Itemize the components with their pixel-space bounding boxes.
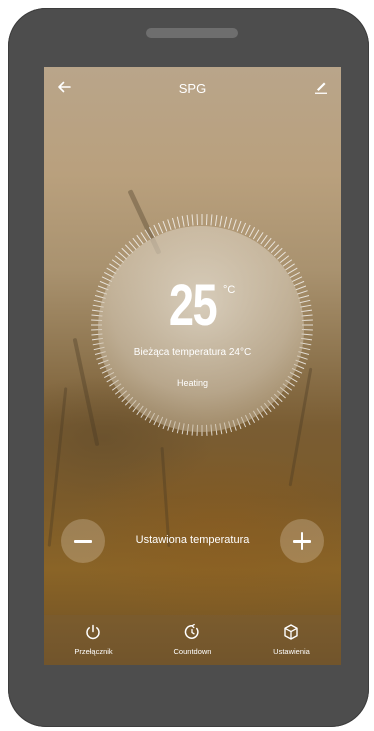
tab-countdown[interactable]: Countdown: [143, 615, 242, 665]
settings-cube-icon: [284, 624, 298, 640]
power-icon: [86, 624, 100, 640]
tab-countdown-label: Countdown: [173, 647, 212, 656]
tab-power-label: Przełącznik: [74, 647, 113, 656]
timer-icon: [184, 623, 199, 639]
phone-speaker: [146, 28, 238, 38]
temperature-unit: °C: [223, 284, 236, 296]
tab-power[interactable]: Przełącznik: [44, 615, 143, 665]
mode-status: Heating: [176, 378, 209, 388]
tab-settings[interactable]: Ustawienia: [242, 615, 341, 665]
page-title: SPG: [178, 81, 207, 96]
current-temperature-text: Bieżąca temperatura 24°C: [133, 347, 252, 358]
increase-temperature-button[interactable]: [280, 519, 324, 563]
set-temperature-value: 25: [168, 273, 218, 338]
top-bar: SPG: [44, 67, 341, 111]
phone-frame: SPG 25 °C Bieżąca temperatura 24°C Heati…: [8, 8, 369, 727]
bottom-tab-bar: Przełącznik Countdown Ustawienia: [44, 615, 341, 665]
tab-settings-label: Ustawienia: [273, 647, 310, 656]
app-screen: SPG 25 °C Bieżąca temperatura 24°C Heati…: [44, 67, 341, 665]
edit-pencil-icon[interactable]: [313, 79, 329, 95]
